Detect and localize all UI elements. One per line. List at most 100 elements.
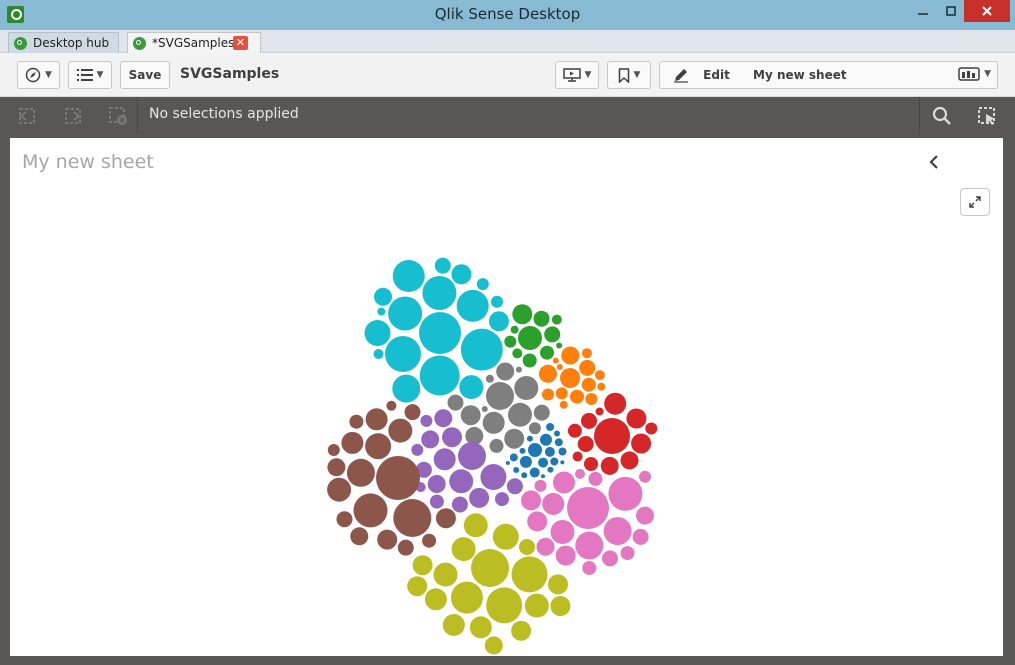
bubble-blue[interactable]	[554, 430, 560, 437]
bubble-green[interactable]	[504, 335, 517, 348]
bubble-cyan[interactable]	[374, 287, 392, 306]
bubble-gray[interactable]	[504, 428, 525, 449]
navigation-button[interactable]: ▼	[17, 61, 60, 89]
bubble-olive[interactable]	[407, 576, 428, 597]
bubble-orange[interactable]	[570, 389, 584, 404]
bubble-brown[interactable]	[422, 533, 437, 548]
bubble-blue[interactable]	[558, 447, 567, 456]
bubble-cyan[interactable]	[476, 278, 489, 291]
fullscreen-button[interactable]	[960, 188, 990, 216]
bubble-olive[interactable]	[519, 539, 535, 555]
bubble-purple[interactable]	[420, 414, 433, 427]
bubble-blue[interactable]	[538, 457, 549, 468]
bubble-pink[interactable]	[582, 561, 597, 575]
bubble-gray[interactable]	[460, 405, 481, 426]
bubble-olive[interactable]	[469, 616, 492, 639]
bubble-gray[interactable]	[515, 366, 522, 373]
bubble-olive[interactable]	[450, 581, 483, 614]
bubble-pink[interactable]	[542, 492, 565, 515]
bubble-pink[interactable]	[588, 471, 603, 486]
bubble-red[interactable]	[604, 392, 627, 415]
bubble-gray[interactable]	[486, 382, 514, 410]
bubble-pink[interactable]	[639, 470, 651, 483]
bubble-green[interactable]	[510, 325, 519, 334]
bubble-purple[interactable]	[411, 443, 424, 456]
bubble-blue[interactable]	[528, 443, 542, 457]
bubble-gray[interactable]	[528, 422, 541, 435]
bubble-olive[interactable]	[471, 549, 509, 587]
bubble-red[interactable]	[567, 423, 582, 438]
bubble-cyan[interactable]	[392, 374, 421, 403]
maximize-icon[interactable]	[937, 0, 965, 22]
bubble-chart[interactable]	[10, 138, 1003, 656]
bubble-red[interactable]	[631, 433, 652, 454]
bubble-olive[interactable]	[451, 537, 476, 562]
bubble-purple[interactable]	[458, 442, 486, 470]
bubble-purple[interactable]	[433, 448, 456, 471]
bubble-red[interactable]	[584, 457, 598, 471]
bubble-purple[interactable]	[434, 409, 453, 428]
bubble-purple[interactable]	[442, 427, 462, 448]
bubble-purple[interactable]	[449, 469, 474, 494]
bubble-brown[interactable]	[365, 433, 392, 460]
save-button[interactable]: Save	[120, 61, 170, 89]
clear-selections-icon[interactable]	[108, 106, 128, 126]
bubble-purple[interactable]	[480, 464, 507, 490]
bubble-cyan[interactable]	[364, 320, 391, 346]
bubble-brown[interactable]	[327, 477, 352, 502]
bubble-orange[interactable]	[542, 388, 554, 401]
selections-tool-icon[interactable]	[977, 106, 997, 126]
bubble-green[interactable]	[551, 314, 562, 325]
bubble-blue[interactable]	[505, 461, 510, 465]
bubble-brown[interactable]	[435, 508, 456, 529]
bubble-brown[interactable]	[388, 418, 413, 443]
bubble-blue[interactable]	[509, 453, 518, 462]
bubble-gray[interactable]	[485, 374, 494, 383]
bubble-brown[interactable]	[341, 431, 364, 454]
bubble-cyan[interactable]	[419, 312, 461, 354]
bubble-brown[interactable]	[327, 444, 340, 456]
window-close-icon[interactable]	[964, 0, 1010, 22]
bubble-brown[interactable]	[327, 458, 346, 477]
bubble-brown[interactable]	[404, 404, 421, 421]
chevron-left-icon[interactable]	[926, 152, 942, 172]
bubble-brown[interactable]	[353, 493, 388, 528]
bubble-olive[interactable]	[412, 555, 433, 576]
step-back-icon[interactable]	[17, 106, 37, 126]
bubble-blue[interactable]	[544, 446, 555, 457]
sheet-selector[interactable]: My new sheet ▼	[743, 61, 998, 89]
bubble-gray[interactable]	[533, 404, 550, 421]
bubble-brown[interactable]	[377, 529, 398, 550]
bubble-cyan[interactable]	[459, 375, 484, 400]
bubble-pink[interactable]	[567, 487, 609, 529]
bubble-orange[interactable]	[552, 357, 559, 364]
bubble-red[interactable]	[626, 408, 647, 429]
bubble-pink[interactable]	[536, 537, 555, 556]
bubble-orange[interactable]	[594, 370, 605, 381]
bubble-gray[interactable]	[508, 402, 532, 427]
bubble-pink[interactable]	[553, 471, 575, 494]
bubble-red[interactable]	[600, 456, 619, 475]
bubble-cyan[interactable]	[388, 296, 423, 331]
bubble-orange[interactable]	[538, 364, 557, 383]
bubble-cyan[interactable]	[377, 307, 386, 316]
bubble-green[interactable]	[512, 348, 523, 359]
bubble-orange[interactable]	[561, 346, 580, 365]
bubble-purple[interactable]	[427, 475, 446, 493]
bubble-blue[interactable]	[513, 467, 520, 473]
bubble-gray[interactable]	[447, 394, 464, 411]
bubble-blue[interactable]	[519, 447, 526, 454]
bubble-orange[interactable]	[579, 359, 596, 376]
bubble-blue[interactable]	[540, 433, 552, 446]
bubble-gray[interactable]	[489, 438, 504, 453]
bubble-green[interactable]	[533, 310, 550, 327]
bubble-purple[interactable]	[451, 496, 468, 513]
bubble-pink[interactable]	[527, 511, 548, 532]
bubble-orange[interactable]	[581, 348, 592, 359]
bubble-purple[interactable]	[429, 494, 444, 509]
bubble-red[interactable]	[595, 407, 604, 416]
bubble-brown[interactable]	[397, 539, 414, 556]
bubble-blue[interactable]	[554, 438, 563, 447]
bubble-blue[interactable]	[521, 472, 528, 479]
bubble-cyan[interactable]	[373, 349, 384, 359]
